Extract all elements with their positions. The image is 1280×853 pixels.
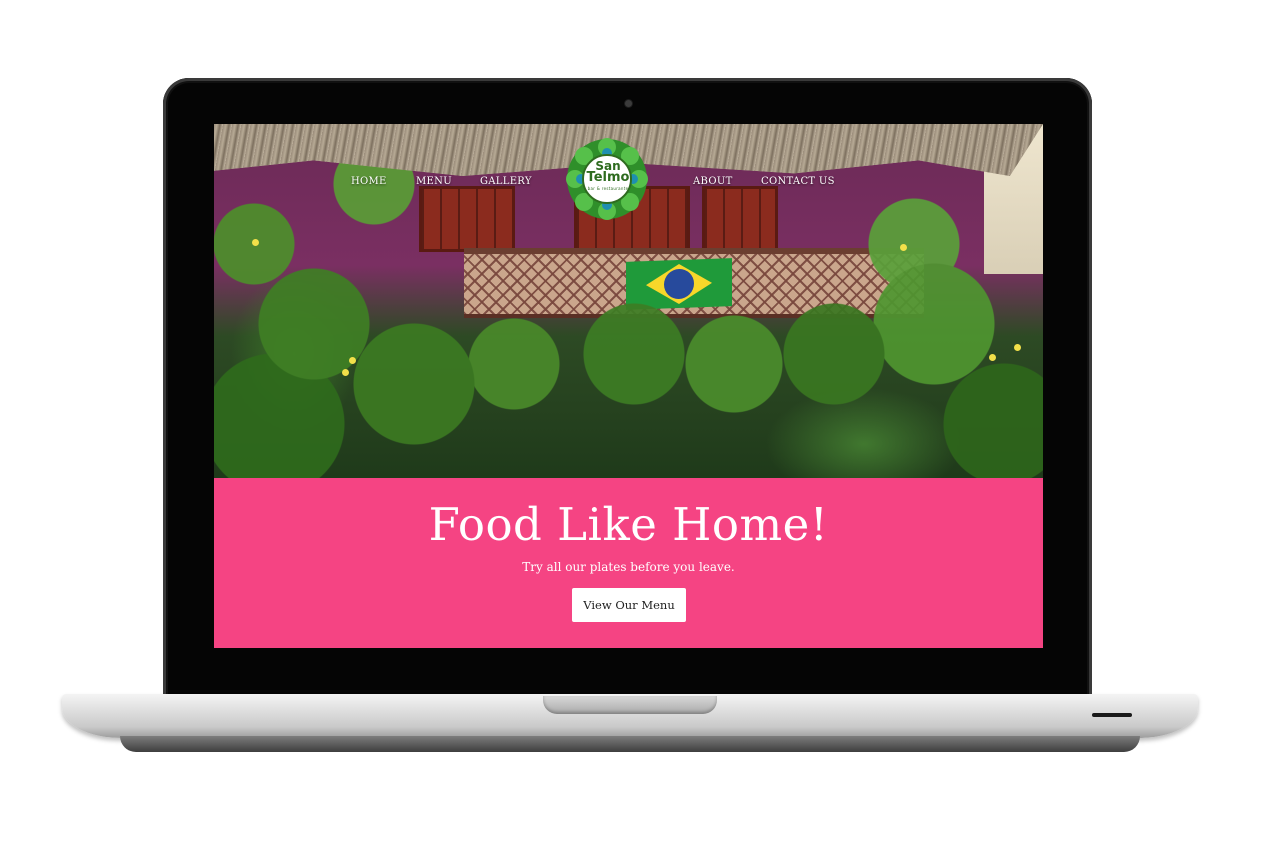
view-menu-button[interactable]: View Our Menu	[572, 588, 686, 622]
hero-headline: Food Like Home!	[428, 498, 829, 551]
power-indicator-icon	[1092, 713, 1132, 717]
logo-text: San Telmo bar & restaurante	[585, 160, 631, 194]
flower-decoration	[252, 239, 259, 246]
laptop-base-shadow	[120, 736, 1140, 752]
hero-banner: Food Like Home! Try all our plates befor…	[214, 478, 1043, 648]
flower-decoration	[900, 244, 907, 251]
flower-decoration	[349, 357, 356, 364]
logo-tagline: bar & restaurante	[587, 186, 629, 191]
flower-decoration	[1014, 344, 1021, 351]
logo-telmo: Telmo	[586, 170, 630, 185]
nav-about-link[interactable]: ABOUT	[693, 176, 733, 187]
nav-gallery-link[interactable]: GALLERY	[480, 176, 532, 187]
nav-menu-link[interactable]: MENU	[416, 176, 452, 187]
hero-subline: Try all our plates before you leave.	[522, 560, 735, 574]
webcam-icon	[625, 100, 632, 107]
flower-decoration	[989, 354, 996, 361]
san-telmo-logo[interactable]: San Telmo bar & restaurante	[562, 138, 652, 220]
nav-contact-link[interactable]: CONTACT US	[761, 176, 835, 187]
flower-decoration	[342, 369, 349, 376]
website-screen: HOME MENU GALLERY ABOUT CONTACT US San T…	[214, 124, 1043, 648]
hero-photo: HOME MENU GALLERY ABOUT CONTACT US San T…	[214, 124, 1043, 478]
laptop-hinge-notch	[543, 696, 717, 714]
nav-home-link[interactable]: HOME	[351, 176, 387, 187]
